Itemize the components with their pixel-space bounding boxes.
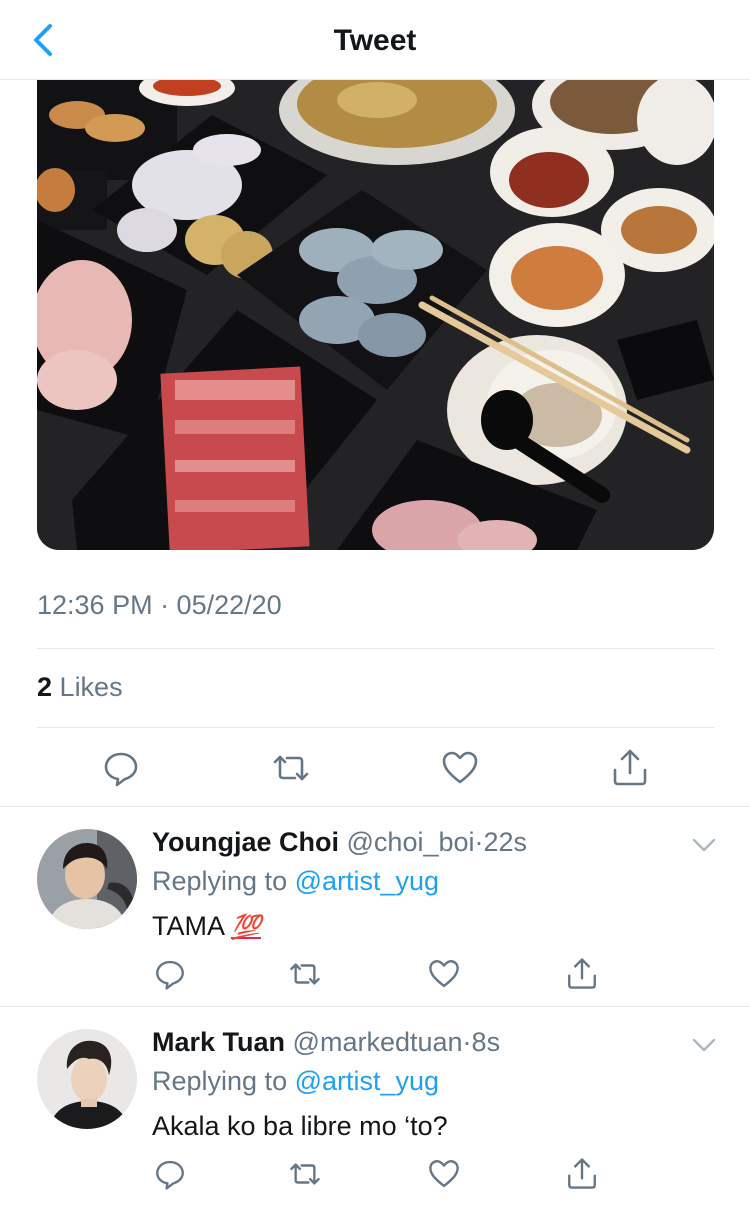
heart-icon bbox=[429, 960, 459, 988]
reply-text: TAMA 💯 bbox=[152, 911, 261, 942]
share-icon bbox=[613, 749, 647, 786]
retweet-icon bbox=[290, 1163, 320, 1185]
reply-icon bbox=[156, 960, 184, 990]
user-avatar-image bbox=[37, 1029, 137, 1129]
reply-button[interactable] bbox=[153, 957, 187, 991]
chevron-down-icon[interactable] bbox=[690, 835, 718, 855]
tweet-photo[interactable] bbox=[37, 80, 714, 550]
hundred-points-emoji: 💯 bbox=[231, 914, 261, 941]
separator-dot: · bbox=[462, 1027, 472, 1057]
heart-icon bbox=[429, 1160, 459, 1188]
reply-header: Youngjae Choi @choi_boi·22s bbox=[152, 827, 527, 858]
mention-link[interactable]: @artist_yug bbox=[295, 1066, 439, 1096]
share-button[interactable] bbox=[610, 748, 650, 788]
retweet-button[interactable] bbox=[271, 748, 311, 788]
reply-author-name[interactable]: Youngjae Choi bbox=[152, 827, 339, 857]
share-button[interactable] bbox=[565, 957, 599, 991]
reply-icon bbox=[104, 752, 138, 787]
like-button[interactable] bbox=[427, 1157, 461, 1191]
likes-count[interactable]: 2 Likes bbox=[37, 672, 123, 703]
share-icon bbox=[568, 1158, 596, 1189]
avatar[interactable] bbox=[37, 829, 137, 929]
replying-to-label: Replying to bbox=[152, 866, 288, 896]
reply-icon bbox=[156, 1160, 184, 1190]
separator-dot: · bbox=[474, 827, 484, 857]
replying-to: Replying to @artist_yug bbox=[152, 866, 439, 897]
heart-icon bbox=[442, 751, 478, 784]
reply-author-handle[interactable]: @choi_boi bbox=[347, 827, 475, 857]
retweet-button[interactable] bbox=[288, 1157, 322, 1191]
like-button[interactable] bbox=[427, 957, 461, 991]
mention-link[interactable]: @artist_yug bbox=[295, 866, 439, 896]
tweet-action-bar bbox=[0, 736, 750, 796]
reply-author-name[interactable]: Mark Tuan bbox=[152, 1027, 285, 1057]
divider bbox=[37, 648, 714, 649]
chevron-down-icon[interactable] bbox=[690, 1035, 718, 1055]
reply-button[interactable] bbox=[153, 1157, 187, 1191]
reply-time: 8s bbox=[471, 1027, 501, 1057]
avatar[interactable] bbox=[37, 1029, 137, 1129]
likes-label: Likes bbox=[59, 672, 123, 702]
retweet-icon bbox=[273, 755, 309, 781]
retweet-button[interactable] bbox=[288, 957, 322, 991]
reply-item[interactable]: Mark Tuan @markedtuan·8s Replying to @ar… bbox=[0, 1007, 750, 1207]
top-nav-bar: Tweet bbox=[0, 0, 750, 80]
share-icon bbox=[568, 958, 596, 989]
reply-author-handle[interactable]: @markedtuan bbox=[293, 1027, 463, 1057]
reply-item[interactable]: Youngjae Choi @choi_boi·22s Replying to … bbox=[0, 807, 750, 1007]
replying-to: Replying to @artist_yug bbox=[152, 1066, 439, 1097]
replying-to-label: Replying to bbox=[152, 1066, 288, 1096]
like-button[interactable] bbox=[440, 748, 480, 788]
reply-time: 22s bbox=[483, 827, 528, 857]
reply-text-body: TAMA bbox=[152, 911, 224, 941]
page-title: Tweet bbox=[333, 24, 417, 57]
tweet-timestamp: 12:36 PM · 05/22/20 bbox=[37, 590, 282, 620]
likes-number: 2 bbox=[37, 672, 53, 702]
reply-text: Akala ko ba libre mo ‘to? bbox=[152, 1111, 448, 1141]
user-avatar-image bbox=[37, 829, 137, 929]
reply-header: Mark Tuan @markedtuan·8s bbox=[152, 1027, 500, 1058]
divider bbox=[37, 727, 714, 728]
share-button[interactable] bbox=[565, 1157, 599, 1191]
retweet-icon bbox=[290, 963, 320, 985]
reply-button[interactable] bbox=[101, 748, 141, 788]
